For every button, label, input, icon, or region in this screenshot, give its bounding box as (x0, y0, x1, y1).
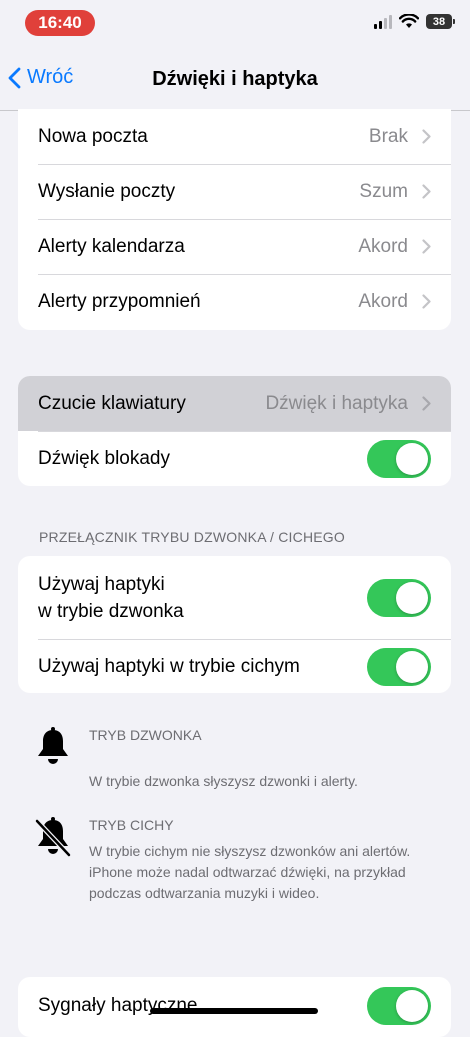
ring-silent-group: Używaj haptyki w trybie dzwonka Używaj h… (18, 556, 451, 693)
lock-sound-toggle[interactable] (367, 439, 431, 478)
haptics-silent-toggle[interactable] (367, 647, 431, 686)
info-silent-mode: TRYB CICHY W trybie cichym nie słyszysz … (34, 817, 434, 927)
row-value: Dźwięk i haptyka (265, 392, 408, 414)
row-haptics-silent-mode: Używaj haptyki w trybie cichym (18, 639, 451, 693)
row-label: Alerty kalendarza (38, 235, 185, 257)
row-label: Dźwięk blokady (38, 447, 170, 469)
row-label: Używaj haptyki w trybie dzwonka (38, 573, 184, 622)
info-title: TRYB DZWONKA (89, 727, 202, 743)
info-ring-mode: TRYB DZWONKA W trybie dzwonka słyszysz d… (34, 727, 434, 789)
status-time[interactable]: 16:40 (25, 10, 95, 36)
keyboard-lock-group: Czucie klawiatury Dźwięk i haptyka Dźwię… (18, 376, 451, 486)
page-title: Dźwięki i haptyka (152, 68, 318, 90)
row-value: Akord (358, 290, 408, 312)
info-title: TRYB CICHY (89, 817, 174, 833)
row-lock-sound: Dźwięk blokady (18, 431, 451, 486)
system-haptics-toggle[interactable] (367, 987, 431, 1025)
row-label: Wysłanie poczty (38, 180, 176, 202)
row-system-haptics: Sygnały haptyczne (18, 977, 451, 1035)
bell-slash-icon (35, 817, 71, 857)
row-label: Czucie klawiatury (38, 392, 186, 414)
row-value: Brak (368, 125, 408, 147)
home-indicator[interactable] (150, 1008, 318, 1014)
chevron-right-icon (422, 129, 431, 144)
row-label: Używaj haptyki w trybie cichym (38, 655, 300, 677)
row-sent-mail[interactable]: Wysłanie poczty Szum (18, 164, 451, 219)
status-indicators: 38 (374, 14, 455, 29)
section-header-ring-silent: PRZEŁĄCZNIK TRYBU DZWONKA / CICHEGO (39, 529, 345, 545)
row-value: Akord (358, 235, 408, 257)
row-value: Szum (359, 180, 408, 202)
chevron-right-icon (422, 184, 431, 199)
system-haptics-group: Sygnały haptyczne (18, 977, 451, 1037)
battery-icon: 38 (426, 14, 455, 29)
row-new-mail[interactable]: Nowa poczta Brak (18, 109, 451, 164)
chevron-right-icon (422, 239, 431, 254)
chevron-right-icon (422, 294, 431, 309)
info-description: W trybie cichym nie słyszysz dzwonków an… (89, 843, 411, 901)
haptics-ring-toggle[interactable] (367, 578, 431, 617)
sounds-group: Nowa poczta Brak Wysłanie poczty Szum Al… (18, 109, 451, 330)
navigation-bar: Wróć Dźwięki i haptyka (0, 52, 470, 111)
cellular-signal-icon (374, 14, 392, 29)
bell-icon (38, 727, 68, 764)
row-label: Nowa poczta (38, 125, 148, 147)
row-haptics-ring-mode: Używaj haptyki w trybie dzwonka (18, 556, 451, 639)
row-reminder-alerts[interactable]: Alerty przypomnień Akord (18, 274, 451, 329)
chevron-right-icon (422, 396, 431, 411)
wifi-icon (399, 14, 419, 28)
status-bar: 16:40 38 (0, 0, 470, 46)
info-description: W trybie dzwonka słyszysz dzwonki i aler… (89, 773, 358, 789)
row-keyboard-feedback[interactable]: Czucie klawiatury Dźwięk i haptyka (18, 376, 451, 431)
row-calendar-alerts[interactable]: Alerty kalendarza Akord (18, 219, 451, 274)
row-label: Alerty przypomnień (38, 290, 201, 312)
